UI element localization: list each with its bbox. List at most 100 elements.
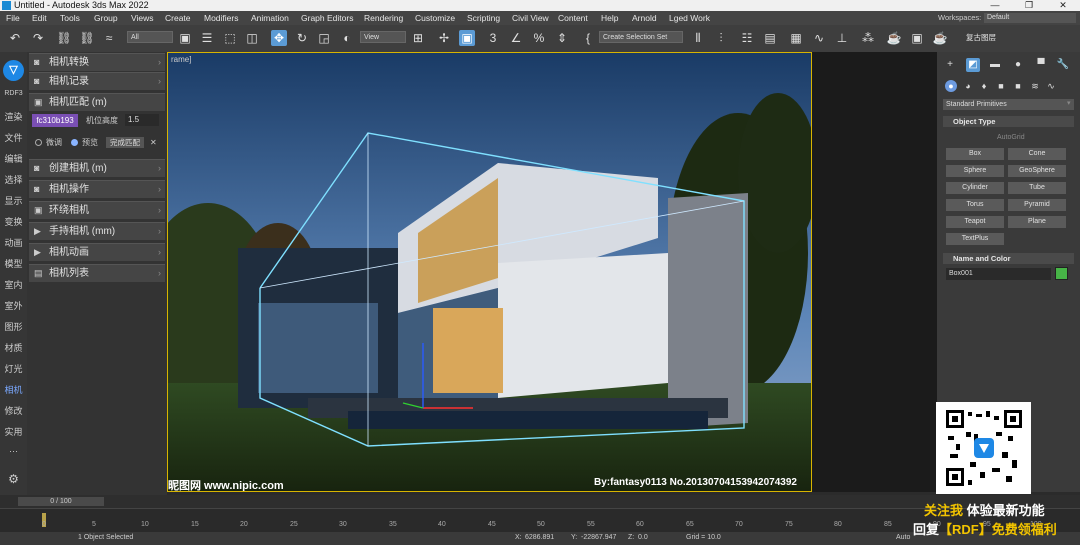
create-tab-icon[interactable]: + bbox=[943, 58, 957, 72]
rollout-handheld-camera[interactable]: ▶ 手持相机 (mm) › bbox=[29, 222, 165, 240]
y-coordinate-field[interactable]: -22867.947 bbox=[581, 534, 616, 541]
lights-icon[interactable]: ♦ bbox=[978, 80, 990, 92]
select-and-place-icon[interactable]: ◐ bbox=[339, 30, 355, 46]
preview-radio[interactable] bbox=[71, 139, 78, 146]
rollout-create-camera[interactable]: ◙ 创建相机 (m) › bbox=[29, 159, 165, 177]
torus-button[interactable]: Torus bbox=[946, 199, 1004, 211]
select-manipulate-icon[interactable]: ✢ bbox=[436, 30, 452, 46]
sphere-button[interactable]: Sphere bbox=[946, 165, 1004, 177]
curve-editor-icon[interactable]: ∿ bbox=[811, 30, 827, 46]
rollout-camera-record[interactable]: ◙ 相机记录 › bbox=[29, 72, 165, 90]
sidebar-item-interior[interactable]: 室内 bbox=[0, 278, 27, 291]
object-color-swatch[interactable] bbox=[1055, 267, 1068, 280]
rollout-camera-list[interactable]: ▤ 相机列表 › bbox=[29, 264, 165, 282]
percent-snap-icon[interactable]: % bbox=[531, 30, 547, 46]
sidebar-item-edit[interactable]: 编辑 bbox=[0, 152, 27, 165]
layer-explorer-icon[interactable]: ▤ bbox=[762, 30, 778, 46]
toggle-ribbon-icon[interactable]: ▦ bbox=[788, 30, 804, 46]
select-and-move-icon[interactable]: ✥ bbox=[271, 30, 287, 46]
sidebar-item-materials[interactable]: 材质 bbox=[0, 341, 27, 354]
unlink-icon[interactable]: ⛓ bbox=[79, 30, 95, 46]
mirror-icon[interactable]: ⫴ bbox=[690, 30, 706, 46]
schematic-view-icon[interactable]: ⊥ bbox=[834, 30, 850, 46]
sidebar-item-utility[interactable]: 实用 bbox=[0, 425, 27, 438]
modify-tab-icon[interactable]: ◩ bbox=[966, 58, 980, 72]
angle-snap-icon[interactable]: ∠ bbox=[508, 30, 524, 46]
menu-tools[interactable]: Tools bbox=[60, 12, 80, 24]
menu-help[interactable]: Help bbox=[601, 12, 618, 24]
rollout-orbit-camera[interactable]: ▣ 环绕相机 › bbox=[29, 201, 165, 219]
geometry-icon[interactable]: ● bbox=[945, 80, 957, 92]
primitive-category-select[interactable]: Standard Primitives bbox=[943, 99, 1074, 110]
autogrid-checkbox[interactable]: AutoGrid bbox=[997, 134, 1025, 141]
sidebar-item-camera[interactable]: 相机 bbox=[0, 383, 27, 396]
sidebar-item-lights[interactable]: 灯光 bbox=[0, 362, 27, 375]
named-selection-set-select[interactable]: Create Selection Set bbox=[599, 31, 683, 43]
pivot-center-icon[interactable]: ⊞ bbox=[410, 30, 426, 46]
rectangle-selection-icon[interactable]: ⬚ bbox=[222, 30, 238, 46]
helpers-icon[interactable]: ■ bbox=[1012, 80, 1024, 92]
close-icon[interactable]: ✕ bbox=[150, 136, 157, 149]
menu-scripting[interactable]: Scripting bbox=[467, 12, 500, 24]
restore-layer-label[interactable]: 复古图层 bbox=[966, 32, 996, 44]
sidebar-item-more[interactable]: ··· bbox=[0, 446, 27, 456]
workspace-select[interactable]: Default bbox=[984, 13, 1076, 23]
select-by-name-icon[interactable]: ☰ bbox=[199, 30, 215, 46]
render-production-icon[interactable]: ☕ bbox=[932, 30, 948, 46]
motion-tab-icon[interactable]: ● bbox=[1011, 58, 1025, 72]
rollout-camera-convert[interactable]: ◙ 相机转换 › bbox=[29, 53, 165, 71]
edit-named-selection-icon[interactable]: { bbox=[580, 30, 596, 46]
align-icon[interactable]: ⫶ bbox=[713, 30, 729, 46]
display-tab-icon[interactable]: ▀ bbox=[1034, 58, 1048, 72]
undo-icon[interactable]: ↶ bbox=[7, 30, 23, 46]
material-editor-icon[interactable]: ⁂ bbox=[860, 30, 876, 46]
cameras-icon[interactable]: ■ bbox=[995, 80, 1007, 92]
cone-button[interactable]: Cone bbox=[1008, 148, 1066, 160]
plane-button[interactable]: Plane bbox=[1008, 216, 1066, 228]
object-name-input[interactable]: Box001 bbox=[946, 268, 1051, 280]
select-and-scale-icon[interactable]: ◲ bbox=[316, 30, 332, 46]
selection-filter-select[interactable]: All bbox=[127, 31, 173, 43]
menu-rendering[interactable]: Rendering bbox=[364, 12, 403, 24]
rollout-camera-match[interactable]: ▣ 相机匹配 (m) bbox=[29, 93, 165, 111]
menu-lged-work[interactable]: Lged Work bbox=[669, 12, 710, 24]
select-object-icon[interactable]: ▣ bbox=[177, 30, 193, 46]
menu-customize[interactable]: Customize bbox=[415, 12, 455, 24]
z-coordinate-field[interactable]: 0.0 bbox=[638, 534, 648, 541]
sidebar-item-shapes[interactable]: 图形 bbox=[0, 320, 27, 333]
viewport-label[interactable]: rame] bbox=[171, 55, 191, 64]
menu-arnold[interactable]: Arnold bbox=[632, 12, 657, 24]
rollout-camera-animation[interactable]: ▶ 相机动画 › bbox=[29, 243, 165, 261]
rollout-camera-operation[interactable]: ◙ 相机操作 › bbox=[29, 180, 165, 198]
menu-civil-view[interactable]: Civil View bbox=[512, 12, 549, 24]
select-and-rotate-icon[interactable]: ↻ bbox=[294, 30, 310, 46]
sidebar-item-animation[interactable]: 动画 bbox=[0, 236, 27, 249]
box-button[interactable]: Box bbox=[946, 148, 1004, 160]
sidebar-item-exterior[interactable]: 室外 bbox=[0, 299, 27, 312]
geosphere-button[interactable]: GeoSphere bbox=[1008, 165, 1066, 177]
menu-animation[interactable]: Animation bbox=[251, 12, 289, 24]
rendered-frame-window-icon[interactable]: ▣ bbox=[909, 30, 925, 46]
shapes-icon[interactable]: ◕ bbox=[962, 80, 974, 92]
hierarchy-tab-icon[interactable]: ▬ bbox=[988, 58, 1002, 72]
auto-key-button[interactable]: Auto bbox=[896, 534, 910, 541]
bind-spacewarp-icon[interactable]: ≈ bbox=[101, 30, 117, 46]
menu-graph-editors[interactable]: Graph Editors bbox=[301, 12, 353, 24]
textplus-button[interactable]: TextPlus bbox=[946, 233, 1004, 245]
perspective-viewport[interactable]: rame] 昵图网 www.nipic.com By:fantasy0113 N… bbox=[167, 52, 812, 492]
name-and-color-header[interactable]: Name and Color bbox=[943, 253, 1074, 264]
systems-icon[interactable]: ∿ bbox=[1045, 80, 1057, 92]
spinner-snap-icon[interactable]: ⇕ bbox=[554, 30, 570, 46]
render-setup-icon[interactable]: ☕ bbox=[886, 30, 902, 46]
menu-modifiers[interactable]: Modifiers bbox=[204, 12, 238, 24]
link-icon[interactable]: ⛓ bbox=[56, 30, 72, 46]
tube-button[interactable]: Tube bbox=[1008, 182, 1066, 194]
pyramid-button[interactable]: Pyramid bbox=[1008, 199, 1066, 211]
minimize-button[interactable]: — bbox=[980, 0, 1010, 11]
menu-create[interactable]: Create bbox=[165, 12, 191, 24]
teapot-button[interactable]: Teapot bbox=[946, 216, 1004, 228]
fine-tune-radio[interactable] bbox=[35, 139, 42, 146]
redo-icon[interactable]: ↷ bbox=[30, 30, 46, 46]
time-slider-handle[interactable]: 0 / 100 bbox=[18, 497, 104, 506]
utilities-tab-icon[interactable]: 🔧 bbox=[1056, 58, 1070, 72]
